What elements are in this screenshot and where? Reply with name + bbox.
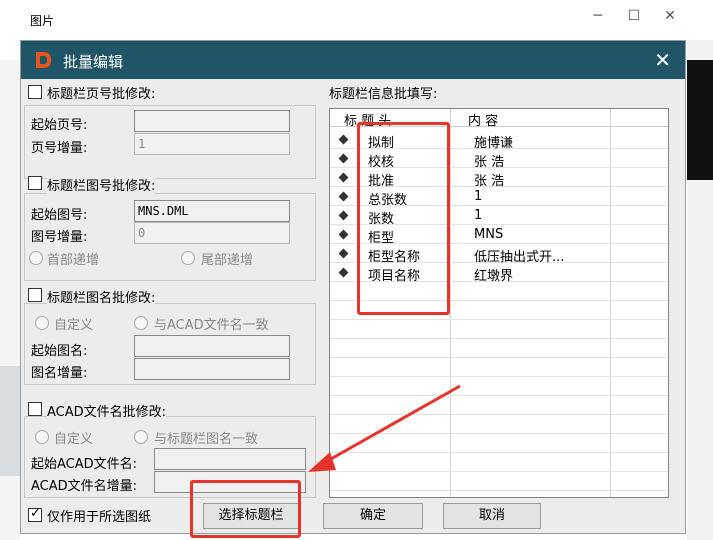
list-item[interactable]: [330, 339, 668, 358]
figure-name-increment-label: 图名增量:: [31, 366, 88, 381]
start-page-label: 起始页号:: [31, 118, 88, 133]
annotation-arrow-icon: [308, 384, 461, 472]
background-right-dark: [687, 60, 713, 180]
app-logo-icon: [36, 52, 51, 68]
acad-title-radio[interactable]: [134, 430, 148, 444]
figure-number-increment-label: 图号增量:: [31, 230, 88, 245]
row-content: 1: [474, 189, 483, 204]
row-content: 1: [474, 208, 483, 223]
figure-name-custom-label: 自定义: [54, 318, 94, 333]
figure-name-checkbox[interactable]: [28, 288, 42, 302]
acad-custom-label: 自定义: [54, 432, 94, 447]
row-content: MNS: [474, 227, 504, 242]
acad-filename-group-title: ACAD文件名批修改:: [47, 401, 167, 420]
acad-filename-increment-label: ACAD文件名增量:: [31, 479, 138, 494]
close-icon[interactable]: ✕: [660, 8, 680, 24]
acad-filename-checkbox[interactable]: [28, 402, 42, 416]
head-increment-label: 首部递增: [47, 253, 100, 268]
head-increment-radio[interactable]: [29, 251, 43, 265]
ok-button[interactable]: 确定: [323, 503, 423, 529]
figure-number-group-title: 标题栏图号批修改:: [47, 175, 156, 194]
page-number-group-title: 标题栏页号批修改:: [47, 83, 156, 102]
start-figure-name-label: 起始图名:: [31, 344, 88, 359]
only-selected-checkbox[interactable]: [28, 506, 42, 522]
outer-window-titlebar: 图片 ─ ☐ ✕: [0, 0, 713, 40]
acad-title-label: 与标题栏图名一致: [154, 432, 259, 447]
figure-name-custom-radio[interactable]: [35, 316, 49, 330]
page-increment-input[interactable]: 1: [134, 133, 290, 155]
background-left-panel: [0, 366, 20, 476]
start-figure-number-input[interactable]: MNS.DML: [134, 200, 290, 222]
page-increment-label: 页号增量:: [31, 141, 88, 156]
maximize-icon[interactable]: ☐: [624, 8, 644, 24]
row-bullet-icon: [338, 248, 349, 259]
row-bullet-icon: [338, 210, 349, 221]
row-bullet-icon: [338, 153, 349, 164]
start-acad-filename-input[interactable]: [154, 448, 306, 470]
figure-number-increment-input[interactable]: 0: [134, 222, 290, 244]
row-bullet-icon: [338, 267, 349, 278]
tail-increment-radio[interactable]: [181, 251, 195, 265]
start-page-input[interactable]: [134, 110, 290, 132]
dialog-title: 批量编辑: [63, 53, 124, 71]
cancel-button[interactable]: 取消: [443, 503, 541, 529]
list-item[interactable]: [330, 320, 668, 339]
dialog-titlebar: 批量编辑 ✕: [21, 41, 685, 79]
minimize-icon[interactable]: ─: [588, 8, 608, 24]
figure-name-acad-label: 与ACAD文件名一致: [154, 318, 269, 333]
row-bullet-icon: [338, 229, 349, 240]
start-figure-name-input[interactable]: [134, 335, 290, 357]
row-bullet-icon: [338, 172, 349, 183]
highlight-box-title-fields: [357, 122, 450, 315]
column-header-content[interactable]: 内 容: [468, 110, 498, 129]
page-number-checkbox[interactable]: [28, 85, 42, 99]
start-acad-filename-label: 起始ACAD文件名:: [31, 457, 138, 472]
dialog-close-icon[interactable]: ✕: [654, 48, 671, 72]
list-item[interactable]: [330, 358, 668, 377]
figure-name-acad-radio[interactable]: [134, 316, 148, 330]
outer-window-title: 图片: [30, 14, 55, 28]
title-info-label: 标题栏信息批填写:: [329, 87, 438, 102]
acad-custom-radio[interactable]: [35, 430, 49, 444]
figure-name-increment-input[interactable]: [134, 358, 290, 380]
figure-number-checkbox[interactable]: [28, 176, 42, 190]
figure-name-group-title: 标题栏图名批修改:: [47, 287, 156, 306]
start-figure-number-label: 起始图号:: [31, 208, 88, 223]
row-bullet-icon: [338, 191, 349, 202]
only-selected-label: 仅作用于所选图纸: [47, 510, 152, 525]
tail-increment-label: 尾部递增: [201, 253, 254, 268]
highlight-box-select-button: [190, 480, 301, 538]
row-bullet-icon: [338, 134, 349, 145]
